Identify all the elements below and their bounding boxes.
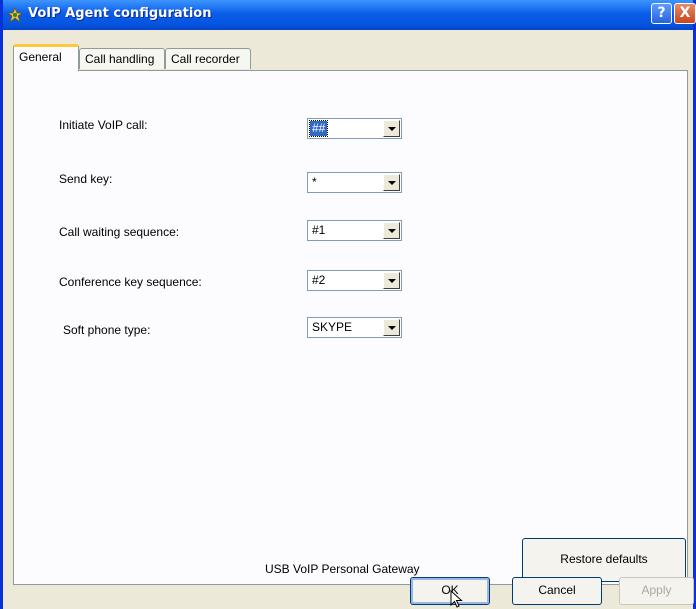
apply-button[interactable]: Apply (619, 577, 694, 605)
chevron-down-icon[interactable] (383, 222, 400, 239)
config-window: VoIP Agent configuration ? X General Cal… (0, 0, 696, 609)
tab-general[interactable]: General (13, 44, 79, 71)
title-bar[interactable]: VoIP Agent configuration ? X (3, 0, 696, 30)
call-waiting-value: #1 (312, 223, 326, 237)
conference-key-value: #2 (312, 273, 326, 287)
call-waiting-label: Call waiting sequence: (59, 225, 180, 239)
tab-call-recorder[interactable]: Call recorder (165, 48, 251, 69)
send-key-value: * (312, 175, 317, 189)
initiate-call-label: Initiate VoIP call: (59, 118, 148, 132)
conference-key-select[interactable]: #2 (307, 270, 402, 291)
product-name: USB VoIP Personal Gateway (265, 562, 420, 576)
soft-phone-select[interactable]: SKYPE (307, 317, 402, 338)
restore-defaults-button[interactable]: Restore defaults (522, 538, 686, 582)
window-title: VoIP Agent configuration (28, 6, 212, 21)
cancel-button[interactable]: Cancel (512, 577, 602, 605)
help-button[interactable]: ? (651, 3, 672, 24)
send-key-select[interactable]: * (307, 172, 402, 193)
chevron-down-icon[interactable] (383, 120, 400, 137)
send-key-label: Send key: (59, 172, 113, 186)
soft-phone-label: Soft phone type: (63, 323, 151, 337)
chevron-down-icon[interactable] (383, 272, 400, 289)
tab-call-handling[interactable]: Call handling (79, 48, 165, 69)
initiate-call-select[interactable]: ## (307, 118, 402, 139)
chevron-down-icon[interactable] (383, 319, 400, 336)
close-button[interactable]: X (674, 3, 696, 24)
mouse-pointer-icon (450, 590, 463, 608)
initiate-call-value: ## (308, 120, 329, 137)
call-waiting-select[interactable]: #1 (307, 220, 402, 241)
chevron-down-icon[interactable] (383, 174, 400, 191)
app-icon (7, 7, 23, 23)
conference-key-label: Conference key sequence: (59, 275, 202, 289)
soft-phone-value: SKYPE (312, 320, 353, 334)
